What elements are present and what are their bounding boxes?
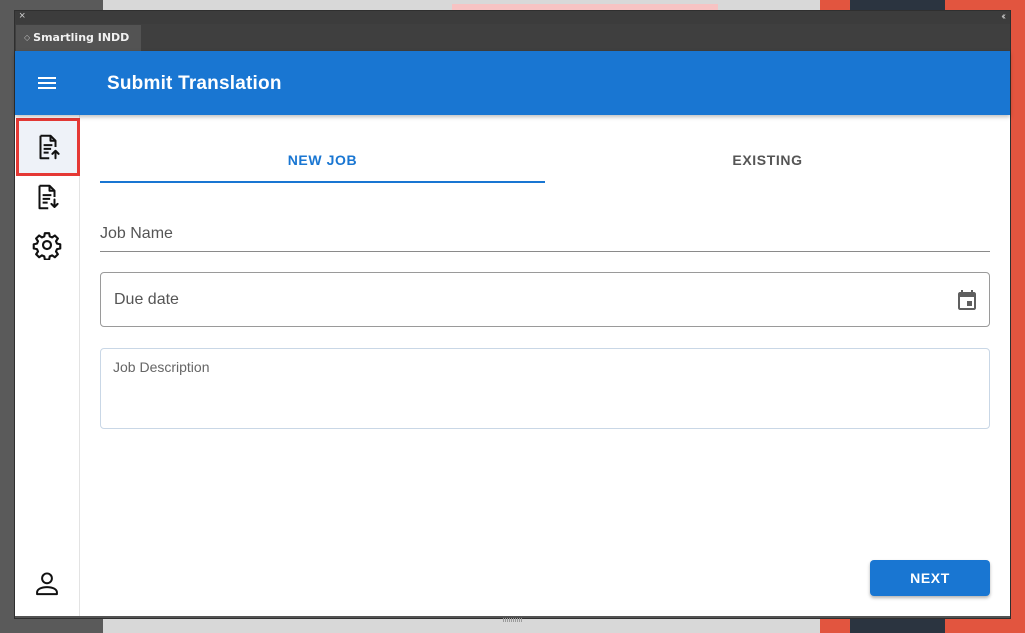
app-bar: Submit Translation	[15, 51, 1010, 115]
gear-icon	[32, 232, 62, 260]
file-download-icon	[38, 184, 59, 210]
tab-new-job[interactable]: NEW JOB	[100, 139, 545, 183]
smartling-panel: × ‹‹ ◇Smartling INDD Submit Translation	[15, 10, 1010, 618]
panel-close-button[interactable]: ×	[19, 10, 25, 23]
sidebar-item-settings[interactable]	[31, 229, 63, 261]
sidebar-item-download[interactable]	[31, 181, 63, 213]
job-tabs: NEW JOB EXISTING	[100, 139, 990, 183]
job-name-field[interactable]: Job Name	[100, 219, 990, 252]
menu-button[interactable]	[35, 71, 59, 95]
due-date-field[interactable]: Due date	[100, 272, 990, 327]
menu-icon	[38, 77, 56, 89]
document-artwork-dark-bottom	[850, 616, 945, 633]
user-icon	[36, 572, 58, 596]
panel-resize-grip[interactable]	[503, 618, 523, 622]
app-root: Submit Translation NEW JOB EXISTING Job …	[15, 51, 1010, 616]
sidebar-item-account[interactable]	[31, 567, 63, 599]
panel-collapse-button[interactable]: ‹‹	[1001, 10, 1005, 23]
sidebar	[15, 115, 80, 616]
tab-existing[interactable]: EXISTING	[545, 139, 990, 183]
panel-tab-label: Smartling INDD	[33, 31, 130, 44]
panel-tab-bar: ◇ Smartling INDD	[15, 24, 1010, 51]
file-upload-icon	[39, 134, 60, 160]
panel-header: × ‹‹	[15, 10, 1010, 24]
next-button[interactable]: NEXT	[870, 560, 990, 596]
panel-tab-smartling[interactable]: ◇ Smartling INDD	[16, 25, 142, 51]
calendar-icon[interactable]	[955, 288, 979, 312]
grip-icon: ◇	[24, 33, 31, 42]
due-date-label: Due date	[114, 291, 179, 308]
page-title: Submit Translation	[107, 73, 282, 94]
sidebar-item-submit[interactable]	[16, 118, 80, 176]
job-description-field[interactable]: Job Description	[100, 348, 990, 429]
main-content: NEW JOB EXISTING Job Name Due date Job D…	[80, 115, 1010, 616]
job-description-placeholder: Job Description	[113, 359, 210, 375]
job-name-label: Job Name	[100, 225, 173, 242]
